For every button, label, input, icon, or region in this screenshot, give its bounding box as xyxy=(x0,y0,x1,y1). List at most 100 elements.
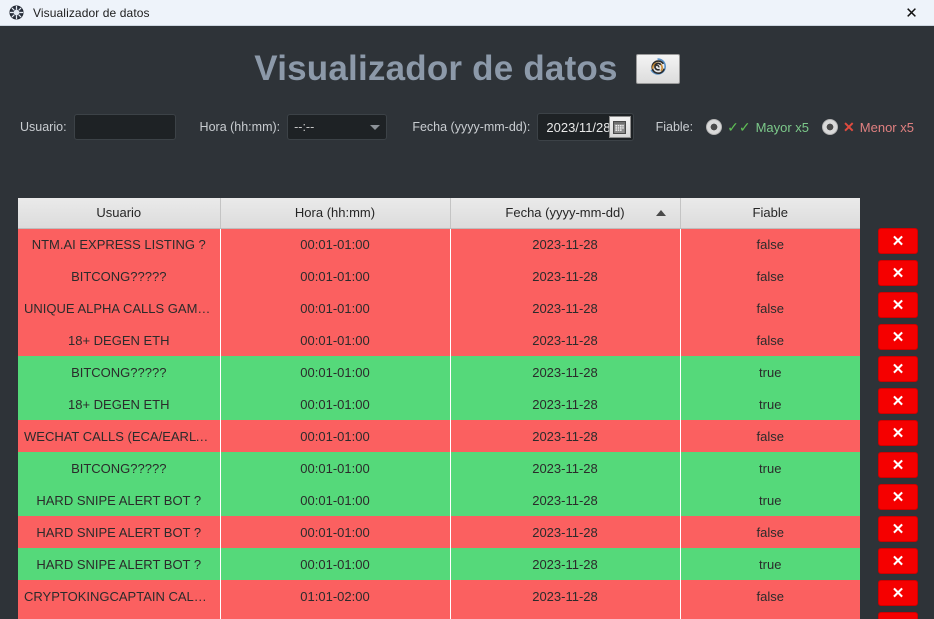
cell-fiable: false xyxy=(680,324,860,356)
window-close-button[interactable]: ✕ xyxy=(889,0,934,26)
table-header-row: Usuario Hora (hh:mm) Fecha (yyyy-mm-dd) … xyxy=(18,198,860,229)
filter-bar: Usuario: Hora (hh:mm): --:-- Fecha (yyyy… xyxy=(0,106,934,148)
delete-row-button[interactable]: ✕ xyxy=(878,516,918,542)
cell-fecha: 2023-11-28 xyxy=(450,324,681,356)
fecha-input[interactable]: 2023/11/28 xyxy=(537,113,634,141)
cell-fecha: 2023-11-28 xyxy=(450,228,681,260)
delete-row-button[interactable]: ✕ xyxy=(878,548,918,574)
table-row[interactable]: WECHAT CALLS (ECA/EARLY) ?? 00:01-01:00 20… xyxy=(18,420,860,452)
cross-mark-icon: ✕ xyxy=(843,118,855,135)
page-title: Visualizador de datos xyxy=(254,49,618,88)
window-title-text: Visualizador de datos xyxy=(33,5,150,20)
column-header-fecha[interactable]: Fecha (yyyy-mm-dd) xyxy=(450,198,681,229)
table-row[interactable]: HARD SNIPE ALERT BOT ? 00:01-01:00 2023-11… xyxy=(18,516,860,548)
cell-fecha: 2023-11-28 xyxy=(450,484,681,516)
sort-ascending-icon xyxy=(655,209,666,216)
hora-select[interactable]: --:-- xyxy=(287,114,388,140)
cell-fecha: 2023-11-28 xyxy=(450,420,681,452)
table-row[interactable]: 18+ DEGEN ETH 00:01-01:00 2023-11-28 false xyxy=(18,324,860,356)
fiable-menor-label: Menor x5 xyxy=(859,119,914,135)
cell-usuario: BITCONG????? xyxy=(18,452,221,484)
column-header-fiable[interactable]: Fiable xyxy=(680,198,860,229)
usuario-input[interactable] xyxy=(73,114,176,140)
table-row[interactable]: BLOCKCHAINBROTHERS CALL…01:01-02:002023-… xyxy=(18,612,860,619)
radio-mayor[interactable] xyxy=(706,119,723,135)
table-row[interactable]: BITCONG????? 00:01-01:00 2023-11-28 false xyxy=(18,260,860,292)
cell-fiable: false xyxy=(680,612,860,619)
cell-hora: 00:01-01:00 xyxy=(220,420,451,452)
cell-hora: 01:01-02:00 xyxy=(220,612,451,619)
cell-hora: 00:01-01:00 xyxy=(220,260,451,292)
cell-fiable: true xyxy=(680,388,860,420)
radio-menor[interactable] xyxy=(822,119,839,135)
delete-row-button[interactable]: ✕ xyxy=(878,420,918,446)
cell-hora: 00:01-01:00 xyxy=(220,292,451,324)
fiable-option-mayor[interactable]: ✓✓ Mayor x5 xyxy=(706,119,809,136)
cell-usuario: HARD SNIPE ALERT BOT ? xyxy=(18,484,221,516)
cell-usuario: HARD SNIPE ALERT BOT ? xyxy=(18,516,221,548)
delete-row-button[interactable]: ✕ xyxy=(878,580,918,606)
hora-select-value: --:-- xyxy=(294,120,315,134)
cell-hora: 00:01-01:00 xyxy=(220,484,451,516)
cell-hora: 00:01-01:00 xyxy=(220,388,451,420)
cell-hora: 00:01-01:00 xyxy=(220,324,451,356)
fiable-option-menor[interactable]: ✕ Menor x5 xyxy=(822,119,914,136)
column-header-usuario[interactable]: Usuario xyxy=(18,198,221,229)
cell-usuario: BITCONG????? xyxy=(18,260,221,292)
cell-usuario: HARD SNIPE ALERT BOT ? xyxy=(18,548,221,580)
fecha-input-value: 2023/11/28 xyxy=(546,119,611,135)
data-table-container: Usuario Hora (hh:mm) Fecha (yyyy-mm-dd) … xyxy=(18,198,860,619)
column-header-hora[interactable]: Hora (hh:mm) xyxy=(220,198,451,229)
table-row[interactable]: 18+ DEGEN ETH 00:01-01:00 2023-11-28 true xyxy=(18,388,860,420)
usuario-label: Usuario: xyxy=(20,120,67,134)
cell-fecha: 2023-11-28 xyxy=(450,356,681,388)
refresh-button[interactable] xyxy=(635,54,680,84)
data-table: Usuario Hora (hh:mm) Fecha (yyyy-mm-dd) … xyxy=(18,198,860,619)
cell-usuario: WECHAT CALLS (ECA/EARLY) ?? xyxy=(18,420,221,452)
table-row[interactable]: HARD SNIPE ALERT BOT ? 00:01-01:00 2023-11… xyxy=(18,484,860,516)
table-row[interactable]: HARD SNIPE ALERT BOT ? 00:01-01:00 2023-11… xyxy=(18,548,860,580)
table-row[interactable]: NTM.AI EXPRESS LISTING ? 00:01-01:00 2023-… xyxy=(18,228,860,260)
fecha-label: Fecha (yyyy-mm-dd): xyxy=(412,120,531,134)
cell-hora: 00:01-01:00 xyxy=(220,228,451,260)
delete-row-button[interactable]: ✕ xyxy=(878,228,918,254)
cell-fiable: false xyxy=(680,516,860,548)
delete-row-button[interactable]: ✕ xyxy=(878,484,918,510)
fiable-mayor-label: Mayor x5 xyxy=(755,119,810,135)
table-row[interactable]: BITCONG????? 00:01-01:00 2023-11-28 true xyxy=(18,356,860,388)
cell-fecha: 2023-11-28 xyxy=(450,452,681,484)
cell-usuario: BLOCKCHAINBROTHERS CALL… xyxy=(18,612,221,619)
cell-fecha: 2023-11-28 xyxy=(450,548,681,580)
table-row[interactable]: UNIQUE ALPHA CALLS GAMBLE 00:01-01:00 2023… xyxy=(18,292,860,324)
cell-usuario: BITCONG????? xyxy=(18,356,221,388)
cell-fecha: 2023-11-28 xyxy=(450,388,681,420)
table-body: NTM.AI EXPRESS LISTING ? 00:01-01:00 2023-… xyxy=(18,228,860,619)
fiable-label: Fiable: xyxy=(655,120,694,134)
column-header-hora-label: Hora (hh:mm) xyxy=(294,205,376,221)
table-row[interactable]: BITCONG????? 00:01-01:00 2023-11-28 true xyxy=(18,452,860,484)
delete-row-button[interactable]: ✕ xyxy=(878,260,918,286)
cell-fecha: 2023-11-28 xyxy=(450,292,681,324)
cell-fiable: false xyxy=(680,260,860,292)
cell-fiable: false xyxy=(680,292,860,324)
cell-fiable: false xyxy=(680,228,860,260)
table-row[interactable]: CRYPTOKINGCAPTAIN CALLS … 01:01-02:00 2023… xyxy=(18,580,860,612)
cell-usuario: UNIQUE ALPHA CALLS GAMBLE xyxy=(18,292,221,324)
column-header-usuario-label: Usuario xyxy=(96,205,142,221)
delete-row-button[interactable]: ✕ xyxy=(878,356,918,382)
delete-row-button[interactable]: ✕ xyxy=(878,324,918,350)
delete-row-button[interactable]: ✕ xyxy=(878,292,918,318)
cell-usuario: CRYPTOKINGCAPTAIN CALLS … xyxy=(18,580,221,612)
cell-fiable: true xyxy=(680,548,860,580)
chevron-down-icon xyxy=(370,124,381,130)
cell-fiable: true xyxy=(680,484,860,516)
cell-fecha: 2023-11-28 xyxy=(450,516,681,548)
cell-usuario: NTM.AI EXPRESS LISTING ? xyxy=(18,228,221,260)
calendar-icon[interactable] xyxy=(608,116,631,138)
delete-row-button[interactable]: ✕ xyxy=(878,612,918,619)
delete-row-button[interactable]: ✕ xyxy=(878,452,918,478)
app-header: Visualizador de datos xyxy=(0,26,934,106)
column-header-fecha-label: Fecha (yyyy-mm-dd) xyxy=(505,205,625,221)
column-header-fiable-label: Fiable xyxy=(752,205,788,221)
delete-row-button[interactable]: ✕ xyxy=(878,388,918,414)
